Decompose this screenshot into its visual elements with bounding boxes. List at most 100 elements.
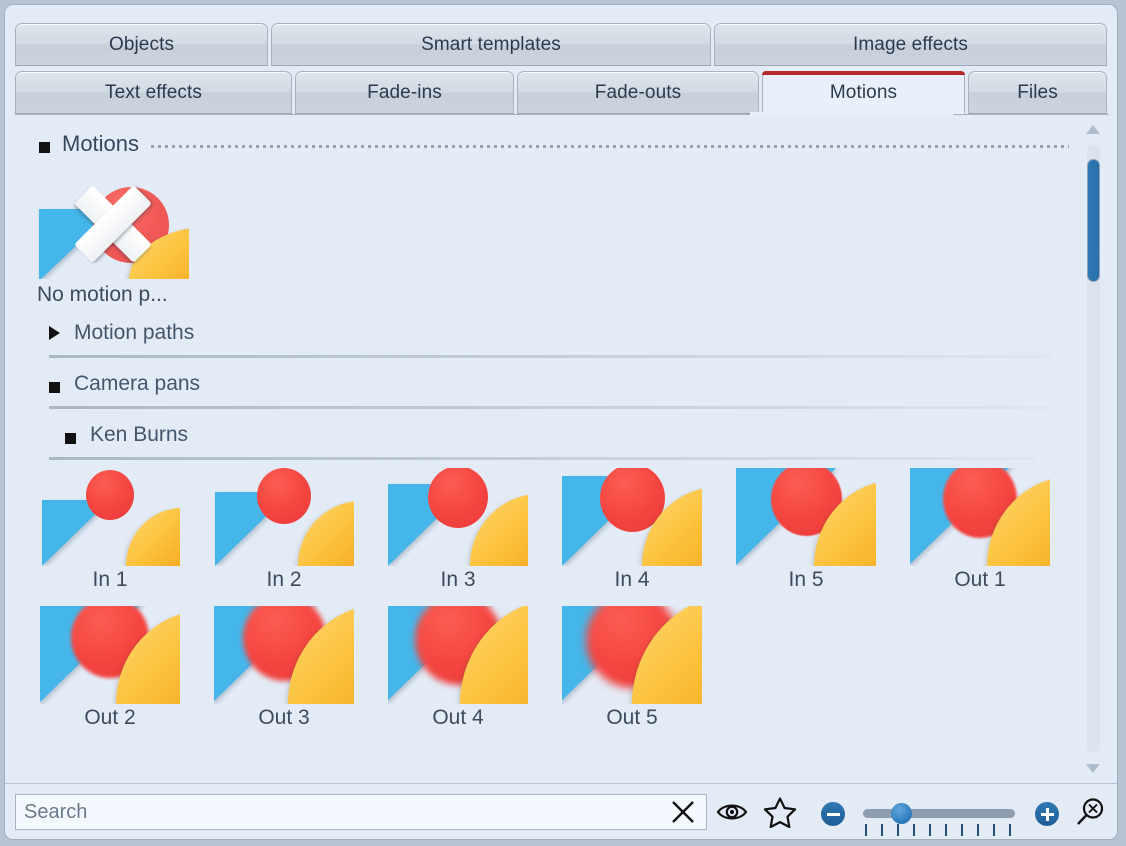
thumbnail-no-motion-label: No motion p...: [37, 283, 168, 306]
ken-burns-preview-icon: [736, 468, 876, 566]
thumbnail-out-1[interactable]: Out 1: [893, 468, 1067, 592]
thumbnail-in-2[interactable]: In 2: [197, 468, 371, 592]
thumbnail-label: In 5: [788, 568, 824, 591]
tab-smart-templates[interactable]: Smart templates: [271, 23, 711, 66]
thumbnail-label: Out 2: [84, 706, 136, 729]
preview-toggle-button[interactable]: [713, 794, 751, 830]
clear-search-button[interactable]: [660, 795, 706, 829]
section-camera-pans: Camera pans: [15, 362, 1077, 409]
thumbnail-label: In 3: [440, 568, 476, 591]
tab-text-effects[interactable]: Text effects: [15, 71, 292, 114]
thumbnail-label: In 1: [92, 568, 128, 591]
tab-fade-outs-label: Fade-outs: [594, 81, 682, 103]
section-motion-paths-label: Motion paths: [74, 321, 195, 344]
tab-image-effects[interactable]: Image effects: [714, 23, 1107, 66]
thumbnail-out-3[interactable]: Out 3: [197, 606, 371, 730]
thumbnail-no-motion[interactable]: No motion p...: [37, 171, 227, 307]
chevron-up-icon[interactable]: [1086, 125, 1100, 134]
search-box[interactable]: [15, 794, 707, 830]
tab-row-primary: Objects Smart templates Image effects: [15, 23, 1107, 66]
collapse-triangle-open-icon[interactable]: [65, 432, 76, 444]
ken-burns-row: In 1 In 2 In 3 In 4 In 5 Out 1: [15, 468, 1077, 592]
tab-objects-label: Objects: [108, 33, 175, 55]
tab-objects[interactable]: Objects: [15, 23, 268, 66]
thumbnail-label: In 4: [614, 568, 650, 591]
ken-burns-preview-icon: [388, 468, 528, 566]
section-ken-burns: Ken Burns: [15, 413, 1077, 460]
thumbnail-in-4[interactable]: In 4: [545, 468, 719, 592]
section-ken-burns-header[interactable]: Ken Burns: [65, 413, 1077, 457]
section-motion-paths-header[interactable]: Motion paths: [49, 311, 1077, 355]
ken-burns-grid: In 1 In 2 In 3 In 4 In 5 Out 1 Out 2 Out 3 Out 4…: [15, 468, 1077, 730]
ken-burns-preview-icon: [214, 606, 354, 704]
ken-burns-preview-icon: [910, 468, 1050, 566]
active-tab-seam: [750, 112, 953, 116]
header-dotted-rule: [151, 144, 1069, 148]
thumbnail-label: Out 1: [954, 568, 1006, 591]
section-divider: [49, 355, 1051, 358]
tab-text-effects-label: Text effects: [105, 81, 202, 103]
ken-burns-preview-icon: [388, 606, 528, 704]
thumbnail-out-2[interactable]: Out 2: [23, 606, 197, 730]
ken-burns-preview-icon: [40, 606, 180, 704]
tab-fade-ins[interactable]: Fade-ins: [295, 71, 514, 114]
collapse-triangle-open-icon[interactable]: [39, 141, 50, 153]
section-divider: [49, 406, 1051, 409]
tab-fade-outs[interactable]: Fade-outs: [517, 71, 759, 114]
zoom-out-button[interactable]: [821, 802, 845, 826]
close-icon: [672, 801, 694, 823]
tab-fade-ins-label: Fade-ins: [367, 81, 442, 103]
bottom-toolbar: [5, 783, 1117, 839]
no-motion-row: No motion p...: [15, 171, 1077, 307]
tab-files[interactable]: Files: [968, 71, 1107, 114]
collapse-triangle-open-icon[interactable]: [49, 381, 60, 393]
tab-smart-templates-label: Smart templates: [421, 33, 561, 55]
zoom-fit-icon: [1077, 798, 1104, 825]
scrollbar-thumb[interactable]: [1087, 159, 1100, 282]
effects-scroll-area: Motions No motion p... Motion paths Came…: [15, 115, 1077, 782]
chevron-down-icon[interactable]: [1086, 764, 1100, 773]
circle-shape: [428, 468, 488, 528]
thumbnail-out-4[interactable]: Out 4: [371, 606, 545, 730]
tab-image-effects-label: Image effects: [852, 33, 968, 55]
content-panel: Motions No motion p... Motion paths Came…: [15, 114, 1109, 782]
vertical-scrollbar[interactable]: [1077, 115, 1109, 782]
thumbnail-out-5[interactable]: Out 5: [545, 606, 719, 730]
circle-shape: [86, 470, 134, 520]
thumbnail-label: Out 4: [432, 706, 484, 729]
thumbnail-label: In 2: [266, 568, 302, 591]
group-header-motions[interactable]: Motions: [15, 129, 1077, 159]
zoom-to-fit-button[interactable]: [1069, 794, 1111, 830]
zoom-slider-knob[interactable]: [891, 803, 912, 824]
thumbnail-label: Out 5: [606, 706, 658, 729]
tab-files-label: Files: [1017, 81, 1058, 103]
ken-burns-preview-icon: [40, 468, 180, 566]
thumbnail-in-5[interactable]: In 5: [719, 468, 893, 592]
section-ken-burns-label: Ken Burns: [90, 423, 189, 446]
zoom-in-button[interactable]: [1035, 802, 1059, 826]
zoom-control-group: [817, 788, 1063, 836]
no-motion-icon: [37, 171, 189, 279]
expand-triangle-closed-icon[interactable]: [49, 326, 60, 340]
tab-row-secondary: Text effects Fade-ins Fade-outs Motions …: [15, 71, 1107, 114]
group-header-motions-label: Motions: [62, 131, 140, 156]
media-pool-window: Objects Smart templates Image effects Te…: [4, 4, 1118, 840]
section-motion-paths: Motion paths: [15, 311, 1077, 358]
close-overlay-icon: [71, 185, 155, 263]
zoom-slider-track[interactable]: [863, 809, 1015, 818]
section-divider: [49, 457, 1035, 460]
eye-icon: [716, 804, 748, 820]
thumbnail-in-3[interactable]: In 3: [371, 468, 545, 592]
arc-shape: [126, 508, 180, 566]
favorites-button[interactable]: [759, 794, 801, 830]
search-input[interactable]: [16, 795, 660, 829]
ken-burns-preview-icon: [562, 468, 702, 566]
ken-burns-row: Out 2 Out 3 Out 4 Out 5: [15, 606, 1077, 730]
tab-motions[interactable]: Motions: [762, 71, 965, 114]
ken-burns-preview-icon: [562, 606, 702, 704]
thumbnail-in-1[interactable]: In 1: [23, 468, 197, 592]
star-icon: [763, 797, 797, 828]
ken-burns-preview-icon: [214, 468, 354, 566]
thumbnail-label: Out 3: [258, 706, 310, 729]
section-camera-pans-header[interactable]: Camera pans: [49, 362, 1077, 406]
